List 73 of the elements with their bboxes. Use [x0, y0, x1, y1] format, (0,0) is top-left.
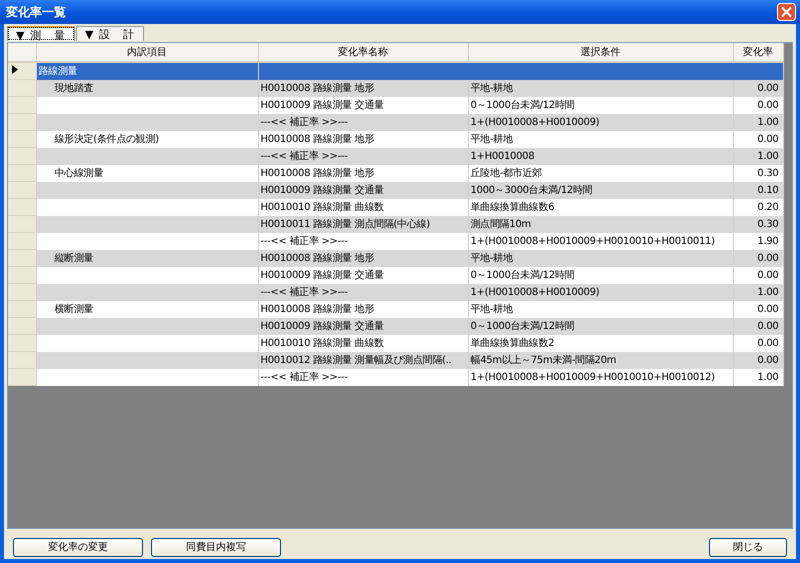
corner-header — [8, 43, 36, 62]
row-header[interactable] — [8, 62, 36, 80]
column-header[interactable]: 選択条件 — [468, 43, 733, 62]
table-cell: 平地-耕地 — [468, 80, 733, 96]
table-cell: 平地-耕地 — [468, 250, 733, 266]
table-cell: H0010008 路線測量 地形 — [258, 164, 468, 182]
table-cell: 横断測量 — [36, 300, 258, 318]
column-header[interactable]: 変化率 — [733, 43, 783, 62]
window-title: 変化率一覧 — [6, 4, 66, 20]
table-cell: H0010008 路線測量 地形 — [258, 300, 468, 318]
table-cell: 0.00 — [733, 318, 783, 334]
table-cell: 単曲線換算曲線数6 — [468, 198, 733, 216]
table-cell: H0010009 路線測量 交通量 — [258, 266, 468, 284]
table-cell: 0～1000台未満/12時間 — [468, 318, 733, 334]
table-cell: 1+H0010008 — [468, 148, 733, 164]
table-cell: H0010008 路線測量 地形 — [258, 80, 468, 96]
table-cell: 0.00 — [733, 130, 783, 148]
table-cell: 1+(H0010008+H0010009) — [468, 284, 733, 300]
table-cell: H0010011 路線測量 測点間隔(中心線) — [258, 216, 468, 232]
table-cell: H0010009 路線測量 交通量 — [258, 318, 468, 334]
table-cell: 単曲線換算曲線数2 — [468, 334, 733, 352]
table-cell: 1+(H0010008+H0010009+H0010010+H0010012) — [468, 368, 733, 386]
table-cell: 平地-耕地 — [468, 130, 733, 148]
table-cell: 丘陵地-都市近郊 — [468, 164, 733, 182]
table-cell: 1.00 — [733, 148, 783, 164]
table-cell: 1+(H0010008+H0010009) — [468, 114, 733, 130]
table-cell: 0～1000台未満/12時間 — [468, 96, 733, 114]
column-header[interactable]: 内訳項目 — [36, 43, 258, 62]
table-cell: H0010009 路線測量 交通量 — [258, 96, 468, 114]
table-cell: 0.00 — [733, 96, 783, 114]
table-cell: ---<< 補正率 >>--- — [258, 114, 468, 130]
table-cell: ---<< 補正率 >>--- — [258, 148, 468, 164]
action-button[interactable]: 変化率の変更 — [13, 538, 143, 556]
column-header[interactable]: 変化率名称 — [258, 43, 468, 62]
table-cell: 幅45m以上～75m未満-間隔20m — [468, 352, 733, 368]
action-button[interactable]: 同費目内複写 — [151, 538, 281, 556]
table-cell: H0010012 路線測量 測量幅及び測点間隔(.. — [258, 352, 468, 368]
table-cell: 1+(H0010008+H0010009+H0010010+H0010011) — [468, 232, 733, 250]
table-cell: H0010010 路線測量 曲線数 — [258, 334, 468, 352]
table-cell: H0010008 路線測量 地形 — [258, 130, 468, 148]
table-cell: 測点間隔10m — [468, 216, 733, 232]
table-cell: ---<< 補正率 >>--- — [258, 232, 468, 250]
table-cell: 1000～3000台未満/12時間 — [468, 182, 733, 198]
table-cell: 0.00 — [733, 334, 783, 352]
table-cell: 1.00 — [733, 284, 783, 300]
table-cell: 平地-耕地 — [468, 300, 733, 318]
table-cell: 1.90 — [733, 232, 783, 250]
table-cell: 0.10 — [733, 182, 783, 198]
table-cell: 中心線測量 — [36, 164, 258, 182]
table-cell: 1.00 — [733, 368, 783, 386]
table-cell: 0.00 — [733, 250, 783, 266]
table-cell: 0.00 — [733, 80, 783, 96]
table-cell: ---<< 補正率 >>--- — [258, 368, 468, 386]
table-cell: 0.20 — [733, 198, 783, 216]
table-cell: 1.00 — [733, 114, 783, 130]
close-button[interactable]: 閉じる — [709, 538, 787, 556]
table-cell: 0.00 — [733, 266, 783, 284]
table-cell: 0.00 — [733, 352, 783, 368]
current-row-icon — [12, 65, 18, 74]
tab[interactable]: ▼ 設 計 — [76, 26, 144, 41]
table-cell: H0010008 路線測量 地形 — [258, 250, 468, 266]
table-cell: ---<< 補正率 >>--- — [258, 284, 468, 300]
table-cell: 縦断測量 — [36, 250, 258, 266]
table-cell: 0.30 — [733, 216, 783, 232]
close-icon[interactable] — [777, 3, 796, 21]
table-cell: 0.30 — [733, 164, 783, 182]
table-cell: 0～1000台未満/12時間 — [468, 266, 733, 284]
table-cell: H0010010 路線測量 曲線数 — [258, 198, 468, 216]
table-cell: H0010009 路線測量 交通量 — [258, 182, 468, 198]
table-cell: 0.00 — [733, 300, 783, 318]
table-cell: 現地踏査 — [36, 80, 258, 96]
table-cell: 路線測量 — [36, 62, 258, 80]
table-cell: 線形決定(条件点の観測) — [36, 130, 258, 148]
